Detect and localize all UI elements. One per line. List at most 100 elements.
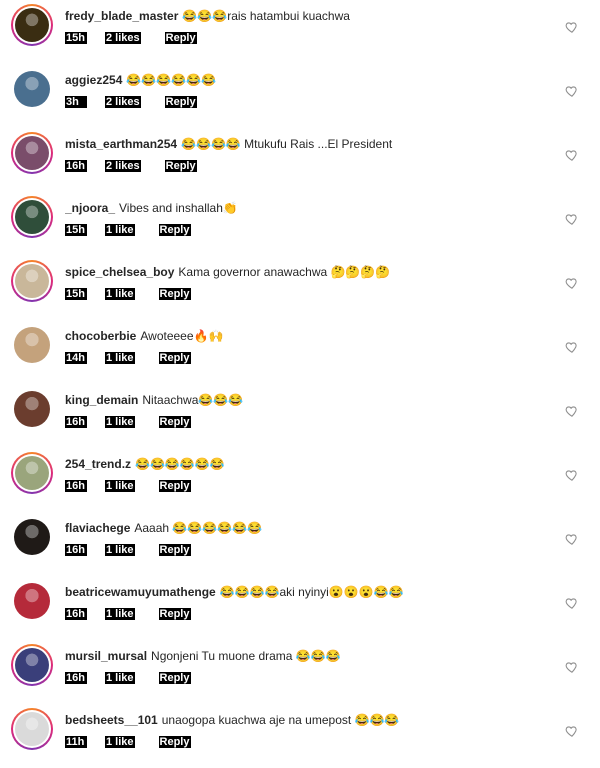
avatar[interactable] xyxy=(11,516,53,558)
comment-username[interactable]: spice_chelsea_boy xyxy=(65,265,174,279)
reply-button[interactable]: Reply xyxy=(158,352,191,364)
comment-username[interactable]: bedsheets__101 xyxy=(65,713,158,727)
reply-button[interactable]: Reply xyxy=(158,416,191,428)
avatar-image xyxy=(14,327,50,363)
comment-row: 254_trend.z 😂😂😂😂😂😂 16h 1 like Reply xyxy=(0,448,600,512)
likes-count[interactable]: 1 like xyxy=(105,608,135,620)
reply-button[interactable]: Reply xyxy=(158,480,191,492)
likes-count[interactable]: 2 likes xyxy=(105,32,141,44)
likes-count[interactable]: 2 likes xyxy=(105,160,141,172)
comment-username[interactable]: 254_trend.z xyxy=(65,457,131,471)
comment-text: Vibes and inshallah👏 xyxy=(119,201,238,215)
likes-count[interactable]: 1 like xyxy=(105,352,135,364)
heart-icon[interactable] xyxy=(565,596,579,610)
comment-username[interactable]: chocoberbie xyxy=(65,329,136,343)
avatar[interactable] xyxy=(11,260,53,302)
reply-button[interactable]: Reply xyxy=(158,544,191,556)
comment-username[interactable]: king_demain xyxy=(65,393,138,407)
comment-content: aggiez254 😂😂😂😂😂😂 3h 2 likes Reply xyxy=(65,72,552,108)
comment-text: unaogopa kuachwa aje na umepost 😂😂😂 xyxy=(161,713,400,727)
comment-username[interactable]: _njoora_ xyxy=(65,201,115,215)
avatar[interactable] xyxy=(11,68,53,110)
reply-button[interactable]: Reply xyxy=(158,224,191,236)
comment-text-line: mursil_mursal Ngonjeni Tu muone drama 😂😂😂 xyxy=(65,648,552,664)
comment-text: 😂😂😂rais hatambui kuachwa xyxy=(182,9,350,23)
likes-count[interactable]: 1 like xyxy=(105,480,135,492)
likes-count[interactable]: 1 like xyxy=(105,544,135,556)
comment-username[interactable]: mista_earthman254 xyxy=(65,137,177,151)
comment-username[interactable]: flaviachege xyxy=(65,521,130,535)
reply-button[interactable]: Reply xyxy=(158,608,191,620)
heart-icon[interactable] xyxy=(565,468,579,482)
avatar[interactable] xyxy=(11,644,53,686)
comment-timestamp: 16h xyxy=(65,672,87,684)
heart-icon[interactable] xyxy=(565,20,579,34)
reply-button[interactable]: Reply xyxy=(158,672,191,684)
heart-icon[interactable] xyxy=(565,724,579,738)
avatar-image xyxy=(15,264,49,298)
comment-content: fredy_blade_master 😂😂😂rais hatambui kuach… xyxy=(65,8,552,44)
likes-count[interactable]: 1 like xyxy=(105,288,135,300)
heart-icon[interactable] xyxy=(565,276,579,290)
likes-count[interactable]: 1 like xyxy=(105,224,135,236)
comment-username[interactable]: fredy_blade_master xyxy=(65,9,178,23)
comment-row: spice_chelsea_boy Kama governor anawachwa… xyxy=(0,256,600,320)
reply-button[interactable]: Reply xyxy=(164,160,197,172)
heart-icon[interactable] xyxy=(565,532,579,546)
comment-meta: 3h 2 likes Reply xyxy=(65,96,552,108)
avatar-image xyxy=(14,391,50,427)
reply-button[interactable]: Reply xyxy=(164,96,197,108)
comment-row: mista_earthman254 😂😂😂😂 Mtukufu Rais ...El… xyxy=(0,128,600,192)
comment-row: fredy_blade_master 😂😂😂rais hatambui kuach… xyxy=(0,0,600,64)
comment-text: Kama governor anawachwa 🤔🤔🤔🤔 xyxy=(178,265,391,279)
comment-username[interactable]: aggiez254 xyxy=(65,73,122,87)
comment-username[interactable]: beatricewamuyumathenge xyxy=(65,585,216,599)
comment-meta: 16h 1 like Reply xyxy=(65,480,552,492)
avatar[interactable] xyxy=(11,196,53,238)
comment-timestamp: 3h xyxy=(65,96,87,108)
comment-text-line: flaviachege Aaaah 😂😂😂😂😂😂 xyxy=(65,520,552,536)
avatar[interactable] xyxy=(11,388,53,430)
comment-username[interactable]: mursil_mursal xyxy=(65,649,147,663)
avatar[interactable] xyxy=(11,708,53,750)
comment-timestamp: 16h xyxy=(65,544,87,556)
avatar[interactable] xyxy=(11,132,53,174)
heart-icon[interactable] xyxy=(565,84,579,98)
heart-icon[interactable] xyxy=(565,212,579,226)
comment-content: _njoora_ Vibes and inshallah👏 15h 1 like Rep… xyxy=(65,200,552,236)
reply-button[interactable]: Reply xyxy=(164,32,197,44)
reply-button[interactable]: Reply xyxy=(158,288,191,300)
avatar-image xyxy=(15,456,49,490)
comment-text-line: king_demain Nitaachwa😂😂😂 xyxy=(65,392,552,408)
avatar-image xyxy=(15,8,49,42)
comment-timestamp: 16h xyxy=(65,160,87,172)
comment-text-line: mista_earthman254 😂😂😂😂 Mtukufu Rais ...El… xyxy=(65,136,552,152)
comment-meta: 14h 1 like Reply xyxy=(65,352,552,364)
comment-row: flaviachege Aaaah 😂😂😂😂😂😂 16h 1 like Reply xyxy=(0,512,600,576)
comment-meta: 15h 1 like Reply xyxy=(65,224,552,236)
likes-count[interactable]: 2 likes xyxy=(105,96,141,108)
comment-text-line: aggiez254 😂😂😂😂😂😂 xyxy=(65,72,552,88)
heart-icon[interactable] xyxy=(565,404,579,418)
avatar-image xyxy=(14,583,50,619)
avatar[interactable] xyxy=(11,452,53,494)
heart-icon[interactable] xyxy=(565,148,579,162)
avatar[interactable] xyxy=(11,324,53,366)
avatar-image xyxy=(15,136,49,170)
avatar-image xyxy=(15,648,49,682)
comment-timestamp: 15h xyxy=(65,288,87,300)
likes-count[interactable]: 1 like xyxy=(105,736,135,748)
avatar[interactable] xyxy=(11,4,53,46)
likes-count[interactable]: 1 like xyxy=(105,416,135,428)
heart-icon[interactable] xyxy=(565,340,579,354)
comment-text: 😂😂😂😂 Mtukufu Rais ...El President xyxy=(181,137,393,151)
reply-button[interactable]: Reply xyxy=(158,736,191,748)
comment-content: spice_chelsea_boy Kama governor anawachwa… xyxy=(65,264,552,300)
avatar-image xyxy=(15,712,49,746)
heart-icon[interactable] xyxy=(565,660,579,674)
comment-content: beatricewamuyumathenge 😂😂😂😂aki nyinyi😮😮😮😂… xyxy=(65,584,552,620)
avatar[interactable] xyxy=(11,580,53,622)
comment-text-line: fredy_blade_master 😂😂😂rais hatambui kuach… xyxy=(65,8,552,24)
avatar-image xyxy=(15,200,49,234)
likes-count[interactable]: 1 like xyxy=(105,672,135,684)
